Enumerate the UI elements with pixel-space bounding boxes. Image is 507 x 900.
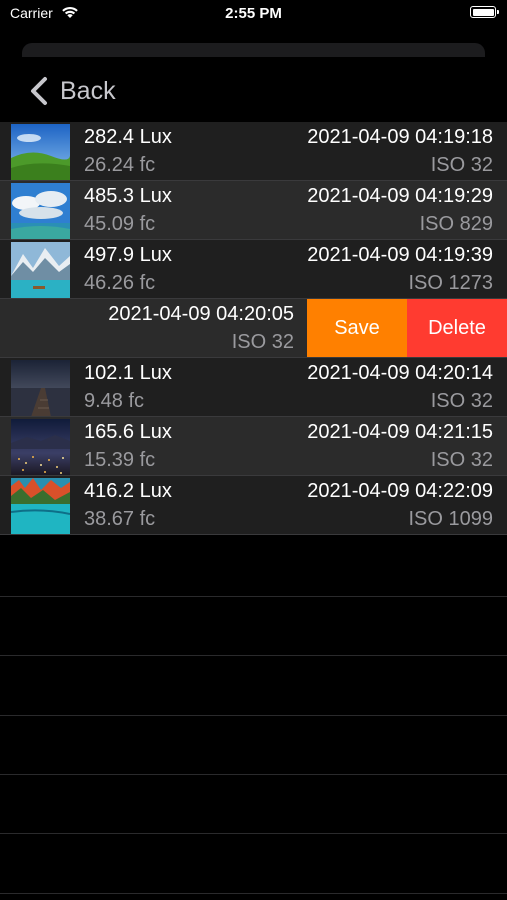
fc-value: 45.09 fc xyxy=(84,213,156,235)
iso-value: ISO 32 xyxy=(231,331,294,353)
lux-value: 497.9 Lux xyxy=(84,244,172,266)
empty-row-separator xyxy=(0,774,507,775)
reading-list: 282.4 Lux 26.24 fc 2021-04-09 04:19:18 I… xyxy=(0,122,507,535)
timestamp: 2021-04-09 04:20:05 xyxy=(108,303,294,325)
iso-value: ISO 1099 xyxy=(408,508,493,530)
timestamp: 2021-04-09 04:19:39 xyxy=(307,244,493,266)
lux-value: 485.3 Lux xyxy=(84,185,172,207)
lux-value: 102.1 Lux xyxy=(84,362,172,384)
thumbnail-image xyxy=(11,360,70,416)
navigation-bar: Back xyxy=(0,60,507,122)
status-bar: Carrier 2:55 PM xyxy=(0,0,507,30)
save-button[interactable]: Save xyxy=(307,299,407,357)
lux-value: 282.4 Lux xyxy=(84,126,172,148)
chevron-left-icon xyxy=(31,77,47,105)
thumbnail-image xyxy=(11,124,70,180)
list-item[interactable]: 102.1 Lux 9.48 fc 2021-04-09 04:20:14 IS… xyxy=(0,358,507,417)
list-item[interactable]: 485.3 Lux 45.09 fc 2021-04-09 04:19:29 I… xyxy=(0,181,507,240)
timestamp: 2021-04-09 04:19:18 xyxy=(307,126,493,148)
fc-value: 15.39 fc xyxy=(84,449,156,471)
empty-row-separator xyxy=(0,715,507,716)
list-item[interactable]: 497.9 Lux 46.26 fc 2021-04-09 04:19:39 I… xyxy=(0,240,507,299)
timestamp: 2021-04-09 04:21:15 xyxy=(307,421,493,443)
back-label: Back xyxy=(60,76,116,105)
empty-row-separator xyxy=(0,655,507,656)
fc-value: 46.26 fc xyxy=(84,272,156,294)
timestamp: 2021-04-09 04:22:09 xyxy=(307,480,493,502)
iso-value: ISO 32 xyxy=(430,154,493,176)
battery-icon xyxy=(470,6,499,18)
list-item-swiped[interactable]: 2021-04-09 04:20:05 ISO 32 Save Delete xyxy=(0,299,507,358)
thumbnail-image xyxy=(11,183,70,239)
list-item[interactable]: 282.4 Lux 26.24 fc 2021-04-09 04:19:18 I… xyxy=(0,122,507,181)
iso-value: ISO 829 xyxy=(419,213,493,235)
top-panel-edge xyxy=(22,43,485,57)
fc-value: 9.48 fc xyxy=(84,390,145,412)
list-item[interactable]: 416.2 Lux 38.67 fc 2021-04-09 04:22:09 I… xyxy=(0,476,507,535)
fc-value: 38.67 fc xyxy=(84,508,156,530)
fc-value: 26.24 fc xyxy=(84,154,156,176)
empty-row-separator xyxy=(0,833,507,834)
back-button[interactable]: Back xyxy=(28,74,116,108)
iso-value: ISO 32 xyxy=(430,390,493,412)
timestamp: 2021-04-09 04:20:14 xyxy=(307,362,493,384)
thumbnail-image xyxy=(11,478,70,534)
thumbnail-image xyxy=(11,242,70,298)
lux-value: 416.2 Lux xyxy=(84,480,172,502)
iso-value: ISO 1273 xyxy=(408,272,493,294)
delete-button[interactable]: Delete xyxy=(407,299,507,357)
thumbnail-image xyxy=(11,419,70,475)
list-item[interactable]: 165.6 Lux 15.39 fc 2021-04-09 04:21:15 I… xyxy=(0,417,507,476)
status-time: 2:55 PM xyxy=(225,5,282,22)
empty-row-separator xyxy=(0,893,507,894)
empty-row-separator xyxy=(0,596,507,597)
iso-value: ISO 32 xyxy=(430,449,493,471)
lux-value: 165.6 Lux xyxy=(84,421,172,443)
timestamp: 2021-04-09 04:19:29 xyxy=(307,185,493,207)
